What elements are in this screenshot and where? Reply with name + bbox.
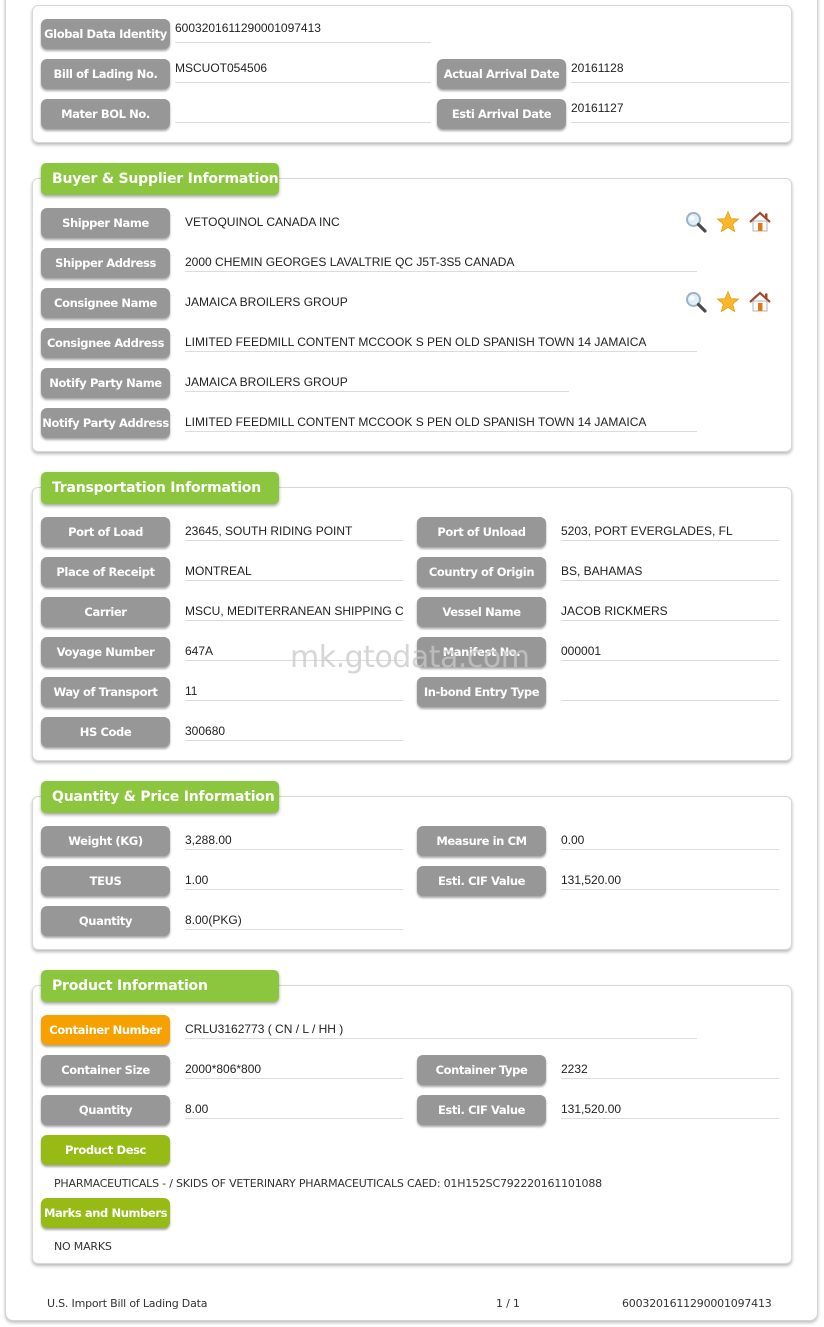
footer-id: 6003201611290001097413 xyxy=(622,1297,772,1310)
marks-numbers-label: Marks and Numbers xyxy=(41,1198,170,1228)
bill-of-lading-value: MSCUOT054506 xyxy=(175,59,431,83)
actual-arrival-date-value: 20161128 xyxy=(571,59,789,83)
notify-party-address-value: LIMITED FEEDMILL CONTENT MCCOOK S PEN OL… xyxy=(185,413,697,432)
port-of-load-label: Port of Load xyxy=(41,517,170,547)
consignee-address-value: LIMITED FEEDMILL CONTENT MCCOOK S PEN OL… xyxy=(185,333,697,352)
global-data-identity-label: Global Data Identity xyxy=(41,19,170,49)
footer-title: U.S. Import Bill of Lading Data xyxy=(47,1297,208,1310)
quantity-value: 8.00(PKG) xyxy=(185,911,403,930)
search-icon[interactable] xyxy=(684,290,708,314)
vessel-name-label: Vessel Name xyxy=(417,597,546,627)
esti-arrival-date-value: 20161127 xyxy=(571,99,789,123)
search-icon[interactable] xyxy=(684,210,708,234)
manifest-no-value: 000001 xyxy=(561,642,779,661)
weight-value: 3,288.00 xyxy=(185,831,403,850)
country-of-origin-label: Country of Origin xyxy=(417,557,546,587)
shipper-name-label: Shipper Name xyxy=(41,208,170,238)
port-of-load-value: 23645, SOUTH RIDING POINT xyxy=(185,522,403,541)
voyage-number-label: Voyage Number xyxy=(41,637,170,667)
footer-page: 1 / 1 xyxy=(496,1297,520,1310)
container-size-label: Container Size xyxy=(41,1055,170,1085)
buyer-supplier-heading: Buyer & Supplier Information xyxy=(41,163,279,195)
vessel-name-value: JACOB RICKMERS xyxy=(561,602,779,621)
notify-party-name-label: Notify Party Name xyxy=(41,368,170,398)
product-quantity-label: Quantity xyxy=(41,1095,170,1125)
notify-party-name-value: JAMAICA BROILERS GROUP xyxy=(185,373,569,392)
port-of-unload-label: Port of Unload xyxy=(417,517,546,547)
product-desc-value: PHARMACEUTICALS - / SKIDS OF VETERINARY … xyxy=(54,1177,602,1190)
mater-bol-label: Mater BOL No. xyxy=(41,99,170,129)
product-heading: Product Information xyxy=(41,970,279,1002)
global-data-identity-value: 6003201611290001097413 xyxy=(175,19,431,43)
measure-label: Measure in CM xyxy=(417,826,546,856)
teus-label: TEUS xyxy=(41,866,170,896)
star-icon[interactable] xyxy=(716,210,740,234)
marks-numbers-value: NO MARKS xyxy=(54,1240,112,1253)
container-number-label: Container Number xyxy=(41,1015,170,1045)
mater-bol-value xyxy=(175,99,431,123)
measure-value: 0.00 xyxy=(561,831,779,850)
weight-label: Weight (KG) xyxy=(41,826,170,856)
notify-party-address-label: Notify Party Address xyxy=(41,408,170,438)
place-of-receipt-value: MONTREAL xyxy=(185,562,403,581)
way-of-transport-value: 11 xyxy=(185,682,403,701)
inbond-entry-type-value xyxy=(561,682,779,701)
voyage-number-value: 647A xyxy=(185,642,403,661)
teus-value: 1.00 xyxy=(185,871,403,890)
carrier-label: Carrier xyxy=(41,597,170,627)
consignee-actions xyxy=(684,290,772,314)
shipper-address-value: 2000 CHEMIN GEORGES LAVALTRIE QC J5T-3S5… xyxy=(185,253,697,272)
home-icon[interactable] xyxy=(748,290,772,314)
country-of-origin-value: BS, BAHAMAS xyxy=(561,562,779,581)
product-cif-value-label: Esti. CIF Value xyxy=(417,1095,546,1125)
hs-code-value: 300680 xyxy=(185,722,403,741)
place-of-receipt-label: Place of Receipt xyxy=(41,557,170,587)
consignee-name-value: JAMAICA BROILERS GROUP xyxy=(185,295,348,309)
shipper-actions xyxy=(684,210,772,234)
container-size-value: 2000*806*800 xyxy=(185,1060,403,1079)
shipper-address-label: Shipper Address xyxy=(41,248,170,278)
star-icon[interactable] xyxy=(716,290,740,314)
container-number-value: CRLU3162773 ( CN / L / HH ) xyxy=(185,1020,697,1039)
quantity-label: Quantity xyxy=(41,906,170,936)
product-desc-label: Product Desc xyxy=(41,1135,170,1165)
transportation-heading: Transportation Information xyxy=(41,472,279,504)
home-icon[interactable] xyxy=(748,210,772,234)
hs-code-label: HS Code xyxy=(41,717,170,747)
carrier-value: MSCU, MEDITERRANEAN SHIPPING CO xyxy=(185,602,403,621)
port-of-unload-value: 5203, PORT EVERGLADES, FL xyxy=(561,522,779,541)
quantity-price-heading: Quantity & Price Information xyxy=(41,781,279,813)
container-type-label: Container Type xyxy=(417,1055,546,1085)
consignee-name-label: Consignee Name xyxy=(41,288,170,318)
way-of-transport-label: Way of Transport xyxy=(41,677,170,707)
actual-arrival-date-label: Actual Arrival Date xyxy=(437,59,566,89)
container-type-value: 2232 xyxy=(561,1060,779,1079)
shipper-name-value: VETOQUINOL CANADA INC xyxy=(185,215,340,229)
manifest-no-label: Manifest No. xyxy=(417,637,546,667)
product-cif-value-value: 131,520.00 xyxy=(561,1100,779,1119)
esti-arrival-date-label: Esti Arrival Date xyxy=(437,99,566,129)
inbond-entry-type-label: In-bond Entry Type xyxy=(417,677,546,707)
cif-value-label: Esti. CIF Value xyxy=(417,866,546,896)
bill-of-lading-label: Bill of Lading No. xyxy=(41,59,170,89)
cif-value-value: 131,520.00 xyxy=(561,871,779,890)
consignee-address-label: Consignee Address xyxy=(41,328,170,358)
product-quantity-value: 8.00 xyxy=(185,1100,403,1119)
